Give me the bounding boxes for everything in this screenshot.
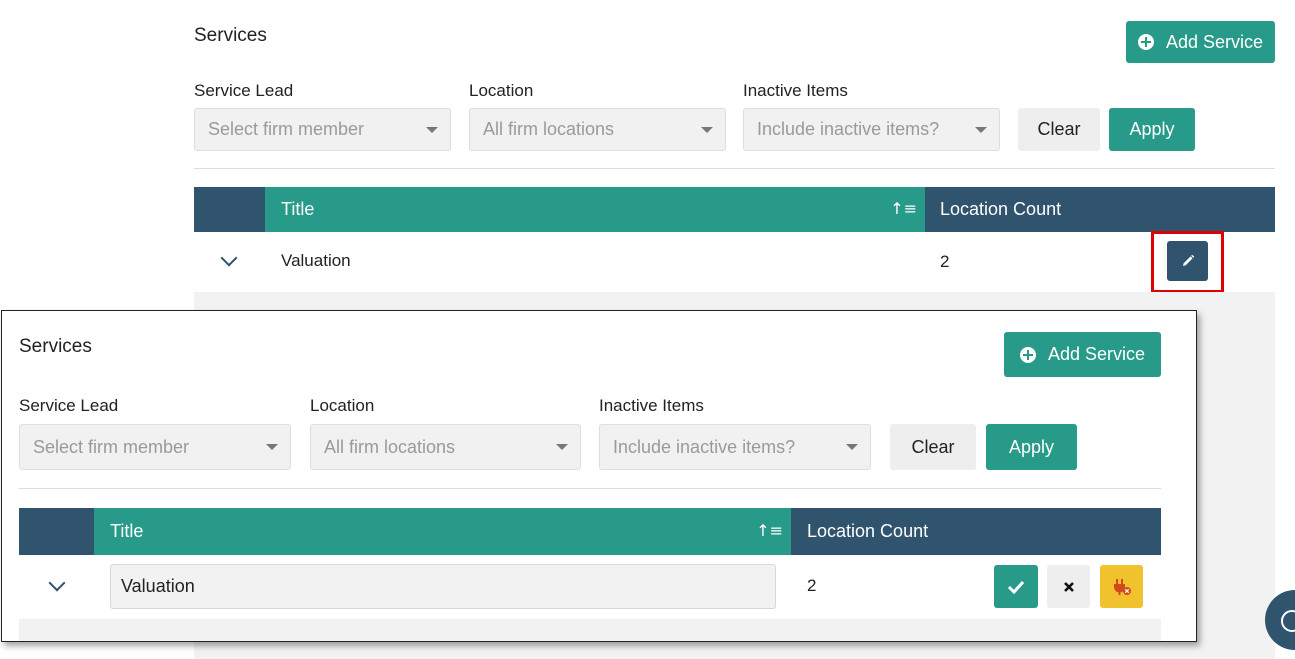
expanded-row-area [19,619,1161,641]
location-select[interactable]: All firm locations [310,424,581,470]
row-location-count: 2 [807,576,817,595]
clear-button[interactable]: Clear [1018,108,1100,151]
divider [194,168,1275,169]
dropdown-caret-icon [975,126,987,133]
plug-deactivate-icon [1113,578,1131,595]
cancel-button[interactable] [1047,565,1090,608]
inactive-items-placeholder: Include inactive items? [757,119,940,139]
save-button[interactable] [994,565,1038,608]
dropdown-caret-icon [701,126,713,133]
service-lead-select[interactable]: Select firm member [194,108,451,151]
service-lead-placeholder: Select firm member [208,119,365,139]
apply-button[interactable]: Apply [1109,108,1195,151]
inactive-items-select[interactable]: Include inactive items? [743,108,1000,151]
service-lead-select[interactable]: Select firm member [19,424,291,470]
add-service-label: Add Service [1165,31,1264,52]
location-label: Location [310,396,375,415]
add-service-button[interactable]: Add Service [1126,21,1275,63]
title-column-header[interactable]: Title ↑≡ [265,187,926,232]
dropdown-caret-icon [266,444,278,450]
check-icon [1007,580,1025,594]
service-lead-placeholder: Select firm member [33,436,190,457]
location-placeholder: All firm locations [483,119,615,139]
chevron-down-icon[interactable] [48,574,66,592]
inactive-items-placeholder: Include inactive items? [613,436,796,457]
row-location-count: 2 [940,252,950,271]
title-edit-input[interactable] [110,564,776,609]
deactivate-button[interactable] [1100,565,1143,608]
sort-ascending-icon[interactable]: ↑≡ [890,199,917,218]
add-service-label: Add Service [1047,344,1146,364]
expand-column-header [19,508,95,555]
title-column-label: Title [110,521,144,541]
plus-circle-icon [1137,34,1154,50]
sort-ascending-icon[interactable]: ↑≡ [756,521,783,540]
location-count-column-header[interactable]: Location Count [925,187,1275,232]
service-lead-label: Service Lead [194,81,294,100]
page-title: Services [19,336,92,357]
plus-circle-icon [1019,346,1036,363]
title-column-header[interactable]: Title ↑≡ [94,508,792,555]
dropdown-caret-icon [846,444,858,450]
location-placeholder: All firm locations [324,436,456,457]
inactive-items-select[interactable]: Include inactive items? [599,424,871,470]
inactive-items-label: Inactive Items [599,396,704,415]
expand-column-header [194,187,266,232]
location-count-column-label: Location Count [807,521,929,541]
location-select[interactable]: All firm locations [469,108,726,151]
dropdown-caret-icon [426,126,438,133]
divider [19,488,1161,489]
add-service-button[interactable]: Add Service [1004,332,1161,377]
close-icon [1063,581,1074,592]
highlight-box [1151,231,1224,293]
service-lead-label: Service Lead [19,396,119,415]
clear-button[interactable]: Clear [890,424,976,470]
row-title: Valuation [281,251,351,270]
location-label: Location [469,81,534,100]
page-title: Services [194,25,267,46]
chevron-down-icon[interactable] [220,249,238,267]
dropdown-caret-icon [556,444,568,450]
inactive-items-label: Inactive Items [743,81,848,100]
edit-state-callout: Services Add Service Service Lead Select… [1,310,1197,642]
location-count-column-header[interactable]: Location Count [791,508,1161,555]
location-count-column-label: Location Count [940,199,1062,219]
title-column-label: Title [281,199,315,219]
apply-button[interactable]: Apply [986,424,1077,470]
help-icon [1281,610,1295,632]
